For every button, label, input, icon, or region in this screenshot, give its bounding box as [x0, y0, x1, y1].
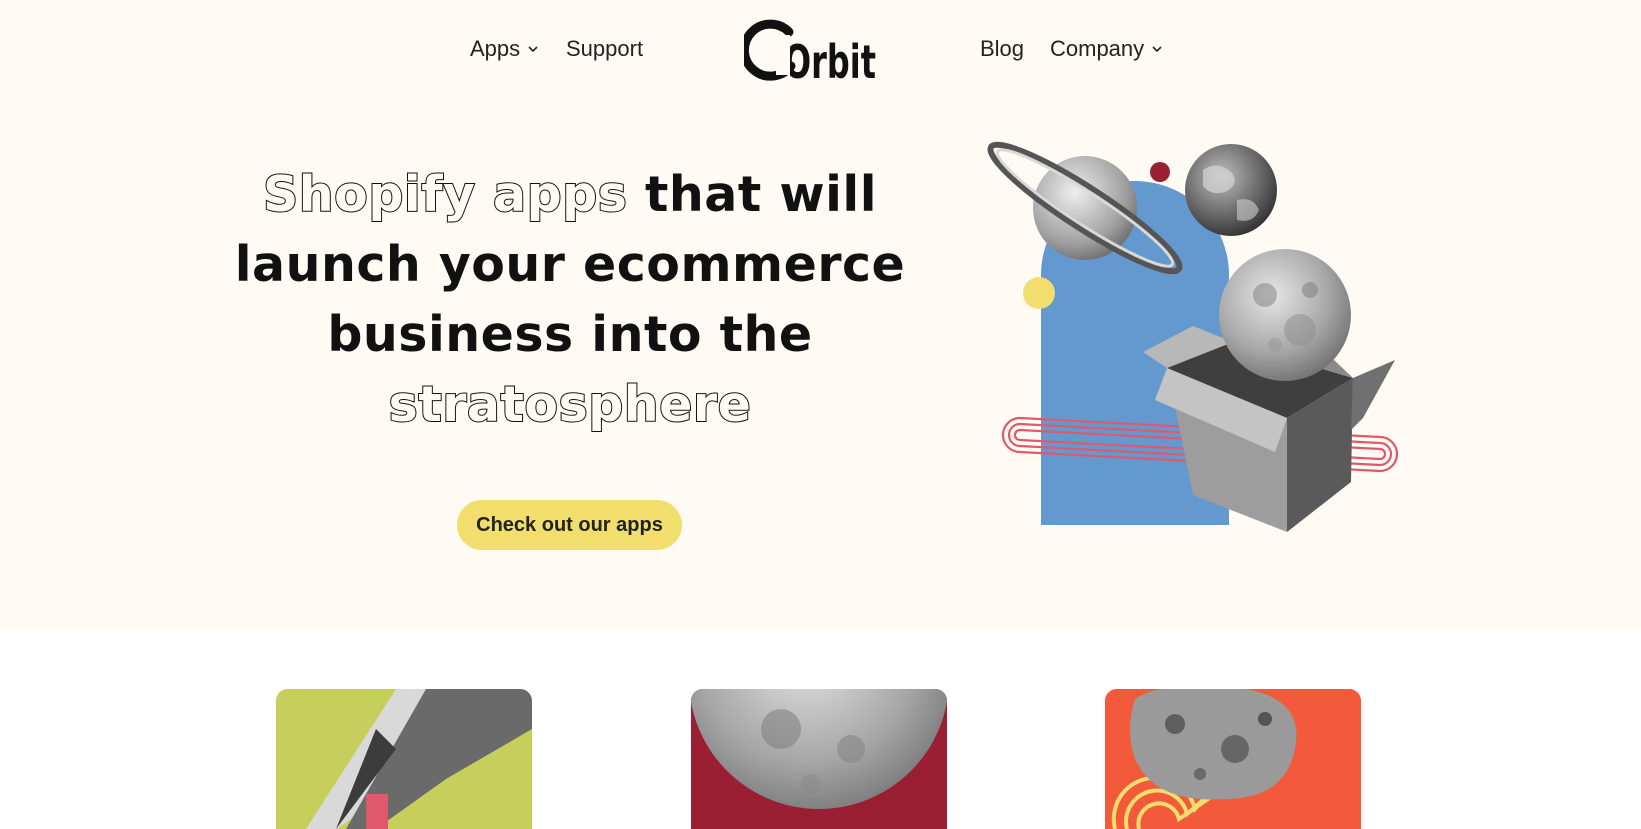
nav-blog-link[interactable]: Blog — [980, 36, 1024, 62]
earth-image — [1185, 144, 1277, 236]
orbit-logo-mark: Orbit — [739, 19, 876, 89]
hero-illustration — [987, 141, 1399, 532]
app-card-rocket[interactable] — [276, 689, 532, 829]
headline-solid-text: launch your ecommerce — [234, 236, 906, 293]
chevron-down-icon — [1152, 46, 1162, 53]
nav-company-label: Company — [1050, 36, 1145, 61]
headline-outline-text: stratosphere — [388, 375, 752, 434]
nav-support-link[interactable]: Support — [566, 36, 643, 62]
rocket-image — [276, 689, 532, 829]
nav-company-dropdown[interactable]: Company — [1050, 36, 1164, 62]
headline-solid-text: that will — [627, 166, 877, 223]
orbit-logo[interactable]: Orbit — [739, 18, 884, 89]
check-out-apps-button[interactable]: Check out our apps — [457, 500, 682, 550]
yellow-dot — [1023, 277, 1055, 309]
logo-text: Orbit — [784, 35, 876, 84]
moon-image — [1219, 249, 1351, 381]
nav-blog-label: Blog — [980, 36, 1025, 61]
red-dot — [1150, 162, 1170, 182]
hero-headline: Shopify apps that will launch your ecomm… — [230, 160, 910, 440]
nav-apps-label: Apps — [470, 36, 521, 61]
headline-outline-text: Shopify apps — [262, 165, 628, 224]
asteroid-image — [1105, 689, 1361, 829]
app-card-asteroid[interactable] — [1105, 689, 1361, 829]
chevron-down-icon — [528, 46, 538, 53]
nav-apps-dropdown[interactable]: Apps — [470, 36, 540, 62]
app-card-moon[interactable] — [691, 689, 947, 829]
moon-card-image — [691, 689, 947, 829]
headline-solid-text: business into the — [327, 306, 813, 363]
nav-support-label: Support — [566, 36, 644, 61]
